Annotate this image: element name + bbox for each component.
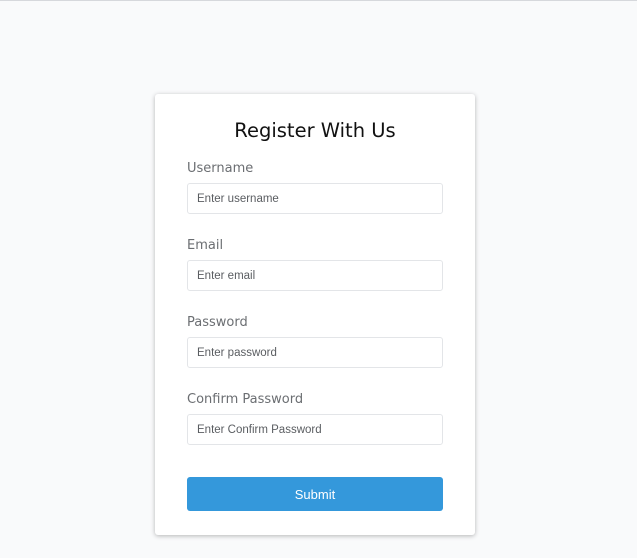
email-input[interactable] [187, 260, 443, 291]
password-input[interactable] [187, 337, 443, 368]
email-label: Email [187, 238, 224, 253]
form-title: Register With Us [234, 119, 396, 142]
register-card: Register With Us Username Email Password… [155, 94, 475, 535]
password-label: Password [187, 315, 248, 330]
username-input[interactable] [187, 183, 443, 214]
submit-button[interactable]: Submit [187, 477, 443, 511]
top-divider [0, 0, 637, 1]
confirm-password-label: Confirm Password [187, 392, 304, 407]
confirm-password-input[interactable] [187, 414, 443, 445]
username-label: Username [187, 161, 254, 176]
